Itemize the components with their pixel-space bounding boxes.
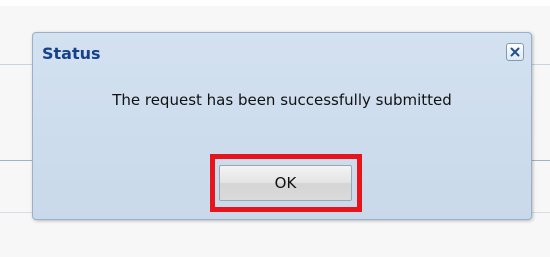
background-divider (0, 160, 34, 161)
close-button[interactable] (506, 43, 524, 61)
background-header (0, 0, 550, 6)
ok-button[interactable]: OK (219, 165, 352, 201)
background-divider (0, 212, 34, 213)
dialog-message: The request has been successfully submit… (112, 91, 452, 109)
dialog-title: Status (42, 44, 101, 63)
close-icon (510, 47, 520, 57)
background-divider (0, 64, 34, 65)
status-dialog: Status The request has been successfully… (32, 32, 532, 220)
